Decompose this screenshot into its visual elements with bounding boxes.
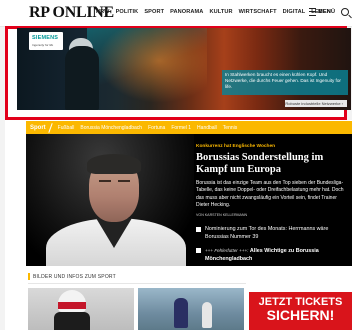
nav-item-sport[interactable]: SPORT <box>144 9 164 15</box>
search-icon[interactable] <box>341 8 349 16</box>
related-article[interactable]: +++ Fehlerfutter +++: Alles Wichtige zu … <box>196 247 346 263</box>
ad-steel-glow <box>87 28 207 110</box>
siemens-logo: SIEMENS <box>32 35 59 41</box>
nav-item-politik[interactable]: POLITIK <box>116 9 139 15</box>
section-accent-bar <box>28 273 30 280</box>
hamburger-icon <box>309 8 316 16</box>
thumb-athlete-body <box>54 312 90 330</box>
section-divider <box>28 283 246 284</box>
nav-item-wirtschaft[interactable]: WIRTSCHAFT <box>239 9 277 15</box>
subnav-item-tennis[interactable]: Tennis <box>223 125 237 131</box>
nav-item-kultur[interactable]: KULTUR <box>209 9 232 15</box>
hero-hair <box>87 154 141 174</box>
ticker-prefix: +++ Fehlerfutter +++: <box>205 248 249 253</box>
gallery-thumbnail[interactable] <box>138 288 244 330</box>
related-article-text: Nominierung zum Tor des Monats: Herrmann… <box>205 226 329 240</box>
site-header: RP ONLINE NRW POLITIK SPORT PANORAMA KUL… <box>0 0 352 27</box>
ad-cta-link[interactable]: Robuste industrielle Netzwerke › <box>285 100 347 107</box>
ad-copy-text: In Stahlwerken braucht es einen kühlen K… <box>222 70 348 95</box>
nav-item-nrw[interactable]: NRW <box>96 9 110 15</box>
siemens-logo-box: SIEMENS Ingenuity for life <box>29 32 63 50</box>
related-article-text: +++ Fehlerfutter +++: Alles Wichtige zu … <box>205 247 346 263</box>
hero-kicker: Konkurrenz hat Englische Wochen <box>196 144 276 149</box>
thumb-player <box>202 302 212 328</box>
subnav-item-fortuna[interactable]: Fortuna <box>148 125 165 131</box>
subnav-item-borussia[interactable]: Borussia Mönchengladbach <box>80 125 142 131</box>
ticket-ad-line2: SICHERN! <box>266 307 335 323</box>
hero-headline[interactable]: Borussias Sonderstellung im Kampf um Eur… <box>196 152 346 176</box>
article-icon <box>196 227 201 232</box>
hero-brow-left <box>99 180 111 182</box>
article-icon <box>196 248 201 253</box>
hero-teaser: Konkurrenz hat Englische Wochen Borussia… <box>26 134 352 266</box>
siemens-claim: Ingenuity for life <box>32 43 54 47</box>
page: RP ONLINE NRW POLITIK SPORT PANORAMA KUL… <box>0 0 352 330</box>
related-article[interactable]: Nominierung zum Tor des Monats: Herrmann… <box>196 226 346 241</box>
siemens-ad-banner[interactable]: SIEMENS Ingenuity for life In Stahlwerke… <box>17 28 351 110</box>
hero-teaser-text: Borussia ist das einzige Team aus den To… <box>196 180 344 208</box>
nav-item-panorama[interactable]: PANORAMA <box>170 9 203 15</box>
nav-item-digital[interactable]: DIGITAL <box>283 9 306 15</box>
hero-image[interactable] <box>26 134 194 266</box>
gallery-thumbnail[interactable] <box>28 288 134 330</box>
sport-subnav: Sport Fußball Borussia Mönchengladbach F… <box>26 121 352 134</box>
menu-label: MENÜ <box>318 9 336 15</box>
hero-brow-right <box>118 180 130 182</box>
ticket-ad-top-strip <box>249 286 352 292</box>
ticket-ad-banner[interactable]: JETZT TICKETS SICHERN! <box>249 286 352 330</box>
thumb-helmet-band <box>58 302 86 309</box>
section-title: BILDER UND INFOS ZUM SPORT <box>33 273 116 280</box>
section-header: BILDER UND INFOS ZUM SPORT <box>28 273 116 280</box>
subnav-item-handball[interactable]: Handball <box>197 125 217 131</box>
subnav-item-fussball[interactable]: Fußball <box>58 125 75 131</box>
thumb-player <box>174 298 188 328</box>
top-navigation: NRW POLITIK SPORT PANORAMA KULTUR WIRTSC… <box>96 9 331 15</box>
hero-author: VON KARSTEN KELLERMANN <box>196 213 248 217</box>
menu-button[interactable]: MENÜ <box>309 8 335 16</box>
ad-worker-figure <box>65 46 99 110</box>
subnav-item-formel1[interactable]: Formel 1 <box>171 125 191 131</box>
sport-section-label[interactable]: Sport <box>26 125 52 131</box>
